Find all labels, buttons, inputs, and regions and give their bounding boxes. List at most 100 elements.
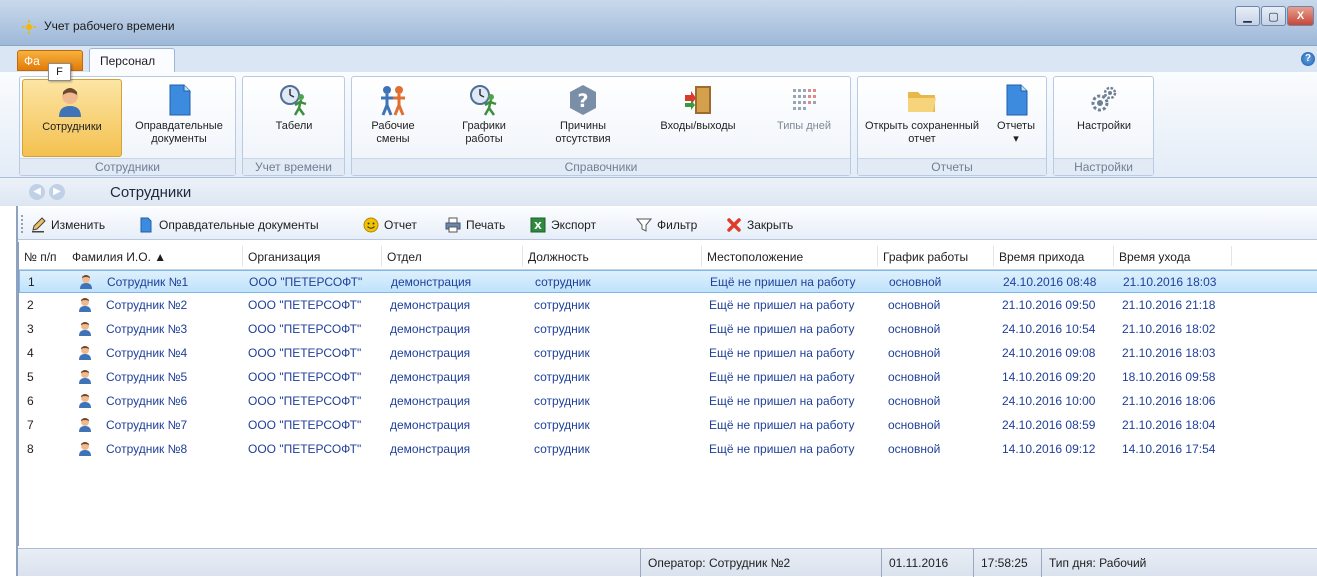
timesheets-button[interactable]: Табели — [251, 79, 337, 157]
cell-number: 1 — [28, 275, 35, 289]
column-header-departure-time[interactable]: Время ухода — [1119, 250, 1190, 264]
cell-department: демонстрация — [390, 346, 471, 360]
column-header-number[interactable]: № п/п — [24, 250, 57, 264]
column-separator — [877, 246, 878, 266]
toolbar-grip[interactable] — [21, 215, 24, 233]
status-date: 01.11.2016 — [881, 549, 973, 577]
breadcrumb: Сотрудники — [110, 184, 192, 201]
forward-button[interactable]: ▶ — [49, 184, 65, 200]
day-types-button[interactable]: Типы дней — [774, 79, 834, 157]
documents-label: Оправдательные документы — [159, 218, 319, 232]
smiley-report-icon — [363, 217, 379, 233]
table-row[interactable]: 1 Сотрудник №1 ООО "ПЕТЕРСОФТ" демонстрация… — [19, 270, 1317, 293]
cell-number: 4 — [27, 346, 34, 360]
employee-icon — [59, 88, 81, 117]
cell-organization: ООО "ПЕТЕРСОФТ" — [248, 370, 362, 384]
work-schedules-button[interactable]: Графики работы — [450, 79, 518, 157]
cell-number: 7 — [27, 418, 34, 432]
cell-organization: ООО "ПЕТЕРСОФТ" — [248, 298, 362, 312]
cell-schedule: основной — [889, 275, 942, 289]
app-icon — [22, 20, 36, 34]
cell-location: Ещё не пришел на работу — [709, 346, 855, 360]
table-row[interactable]: 3 Сотрудник №3 ООО "ПЕТЕРСОФТ" демонстрация… — [19, 318, 1317, 341]
ribbon-group-employees: Сотрудники Оправдательные документы Сотр… — [19, 76, 236, 176]
question-icon: ? — [570, 85, 596, 115]
table-row[interactable]: 4 Сотрудник №4 ООО "ПЕТЕРСОФТ" демонстрация… — [19, 342, 1317, 365]
table-row[interactable]: 6 Сотрудник №6 ООО "ПЕТЕРСОФТ" демонстрация… — [19, 390, 1317, 413]
cell-name: Сотрудник №2 — [106, 298, 188, 312]
column-header-organization[interactable]: Организация — [248, 250, 320, 264]
cell-location: Ещё не пришел на работу — [710, 275, 856, 289]
reports-dropdown-button[interactable]: Отчеты ▾ — [992, 79, 1040, 157]
column-header-location[interactable]: Местоположение — [707, 250, 803, 264]
cell-departure-time: 21.10.2016 18:03 — [1123, 275, 1217, 289]
cell-position: сотрудник — [534, 418, 590, 432]
table-row[interactable]: 7 Сотрудник №7 ООО "ПЕТЕРСОФТ" демонстрация… — [19, 414, 1317, 437]
cell-number: 5 — [27, 370, 34, 384]
table-row[interactable]: 8 Сотрудник №8 ООО "ПЕТЕРСОФТ" демонстрация… — [19, 438, 1317, 461]
ribbon-group-reports: Открыть сохраненный отчет Отчеты ▾ Отчет… — [857, 76, 1047, 176]
table-row[interactable]: 2 Сотрудник №2 ООО "ПЕТЕРСОФТ" демонстрация… — [19, 294, 1317, 317]
cell-schedule: основной — [888, 394, 941, 408]
cell-arrival-time: 21.10.2016 09:50 — [1002, 298, 1096, 312]
column-separator — [522, 246, 523, 266]
export-button[interactable]: X Экспорт — [530, 216, 596, 234]
column-header-name[interactable]: Фамилия И.О. ▲ — [72, 250, 166, 264]
justification-documents-button[interactable]: Оправдательные документы — [124, 79, 234, 157]
group-label-reports: Отчеты — [858, 158, 1046, 175]
absence-reasons-button[interactable]: ? Причины отсутствия — [544, 79, 622, 157]
column-header-position[interactable]: Должность — [528, 250, 589, 264]
toolbar: Изменить Оправдательные документы Отчет … — [18, 208, 1317, 240]
calendar-grid-icon — [793, 89, 816, 110]
filter-icon — [636, 218, 652, 232]
cell-schedule: основной — [888, 442, 941, 456]
cell-organization: ООО "ПЕТЕРСОФТ" — [248, 346, 362, 360]
table-row[interactable]: 5 Сотрудник №5 ООО "ПЕТЕРСОФТ" демонстрация… — [19, 366, 1317, 389]
cell-location: Ещё не пришел на работу — [709, 322, 855, 336]
report-button[interactable]: Отчет — [363, 216, 417, 234]
cell-name: Сотрудник №4 — [106, 346, 188, 360]
print-button[interactable]: Печать — [445, 216, 505, 234]
entries-exits-button[interactable]: Входы/выходы — [648, 79, 748, 157]
employees-button[interactable]: Сотрудники — [22, 79, 122, 157]
cell-location: Ещё не пришел на работу — [709, 442, 855, 456]
minimize-button[interactable]: ▁ — [1235, 6, 1260, 26]
cell-departure-time: 21.10.2016 18:02 — [1122, 322, 1216, 336]
cell-position: сотрудник — [534, 322, 590, 336]
settings-button[interactable]: Настройки — [1062, 79, 1146, 157]
cell-department: демонстрация — [390, 418, 471, 432]
document-icon — [1006, 84, 1028, 116]
cell-location: Ещё не пришел на работу — [709, 394, 855, 408]
group-label-employees: Сотрудники — [20, 158, 235, 175]
work-shifts-button[interactable]: Рабочие смены — [358, 79, 428, 157]
grid-header: № п/п Фамилия И.О. ▲ Организация Отдел Д… — [19, 242, 1317, 270]
maximize-button[interactable]: ▢ — [1261, 6, 1286, 26]
work-schedules-label: Графики работы — [462, 120, 506, 145]
column-header-department[interactable]: Отдел — [387, 250, 422, 264]
help-icon[interactable]: ? — [1301, 52, 1315, 66]
documents-button[interactable]: Оправдательные документы — [138, 216, 319, 234]
filter-label: Фильтр — [657, 218, 698, 232]
back-button[interactable]: ◀ — [29, 184, 45, 200]
cell-schedule: основной — [888, 322, 941, 336]
edit-button[interactable]: Изменить — [30, 216, 105, 234]
cell-name: Сотрудник №3 — [106, 322, 188, 336]
filter-button[interactable]: Фильтр — [636, 216, 697, 234]
close-icon — [727, 218, 741, 232]
cell-name: Сотрудник №1 — [107, 275, 189, 289]
column-header-arrival-time[interactable]: Время прихода — [999, 250, 1084, 264]
tab-personnel[interactable]: Персонал — [89, 48, 175, 73]
cell-departure-time: 21.10.2016 18:03 — [1122, 346, 1216, 360]
open-saved-report-button[interactable]: Открыть сохраненный отчет — [862, 79, 982, 157]
cell-department: демонстрация — [390, 442, 471, 456]
column-header-schedule[interactable]: График работы — [883, 250, 968, 264]
clock-runner-icon — [280, 85, 307, 116]
open-saved-report-label: Открыть сохраненный отчет — [864, 120, 979, 145]
close-window-button[interactable]: X — [1287, 6, 1314, 26]
cell-position: сотрудник — [534, 442, 590, 456]
ribbon-group-time-tracking: Табели Учет времени — [242, 76, 345, 176]
status-day-type: Тип дня: Рабочий — [1041, 549, 1317, 577]
cell-name: Сотрудник №7 — [106, 418, 188, 432]
close-tab-button[interactable]: Закрыть — [726, 216, 793, 234]
cell-schedule: основной — [888, 370, 941, 384]
